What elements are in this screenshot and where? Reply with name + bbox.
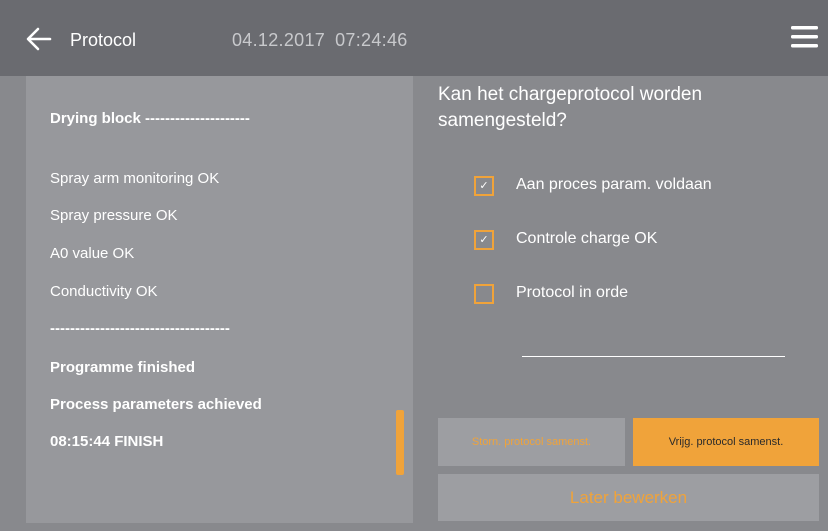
date-text: 04.12.2017: [232, 30, 326, 50]
check-icon: ✓: [479, 180, 489, 192]
storn-protocol-button[interactable]: Storn. protocol samenst.: [438, 418, 625, 466]
vrijg-protocol-button[interactable]: Vrijg. protocol samenst.: [633, 418, 819, 466]
log-line: Programme finished: [50, 359, 196, 376]
later-bewerken-button[interactable]: Later bewerken: [438, 474, 819, 521]
arrow-left-icon: [26, 27, 52, 51]
log-line: Process parameters achieved: [50, 396, 262, 413]
log-line: Drying block ---------------------: [50, 110, 250, 127]
checkbox-label: Controle charge OK: [516, 230, 658, 247]
log-line: A0 value OK: [50, 245, 135, 262]
signature-line: [522, 356, 785, 357]
protocol-log-panel[interactable]: Drying block --------------------- Spray…: [26, 76, 413, 523]
top-bar: Protocol 04.12.2017 07:24:46: [0, 0, 828, 76]
log-line: Conductivity OK: [50, 283, 158, 300]
hamburger-menu-icon: [791, 26, 818, 48]
checkbox[interactable]: ✓: [474, 230, 494, 250]
log-line: Spray arm monitoring OK: [50, 170, 220, 187]
menu-button[interactable]: [791, 25, 818, 49]
datetime-display: 04.12.2017 07:24:46: [232, 30, 408, 51]
page-title: Protocol: [70, 30, 137, 50]
check-icon: ✓: [479, 234, 489, 246]
time-text: 07:24:46: [335, 30, 408, 50]
checkbox-label: Aan proces param. voldaan: [516, 176, 712, 193]
back-button[interactable]: [26, 26, 52, 52]
log-divider: ------------------------------------: [50, 320, 230, 337]
checkbox[interactable]: ✓: [474, 176, 494, 196]
log-line: 08:15:44 FINISH: [50, 433, 164, 450]
log-scrollbar[interactable]: [396, 410, 404, 475]
checkbox[interactable]: [474, 284, 494, 304]
checkbox-label: Protocol in orde: [516, 284, 629, 301]
log-line: Spray pressure OK: [50, 207, 178, 224]
question-text: Kan het chargeprotocol worden samengeste…: [438, 84, 703, 131]
